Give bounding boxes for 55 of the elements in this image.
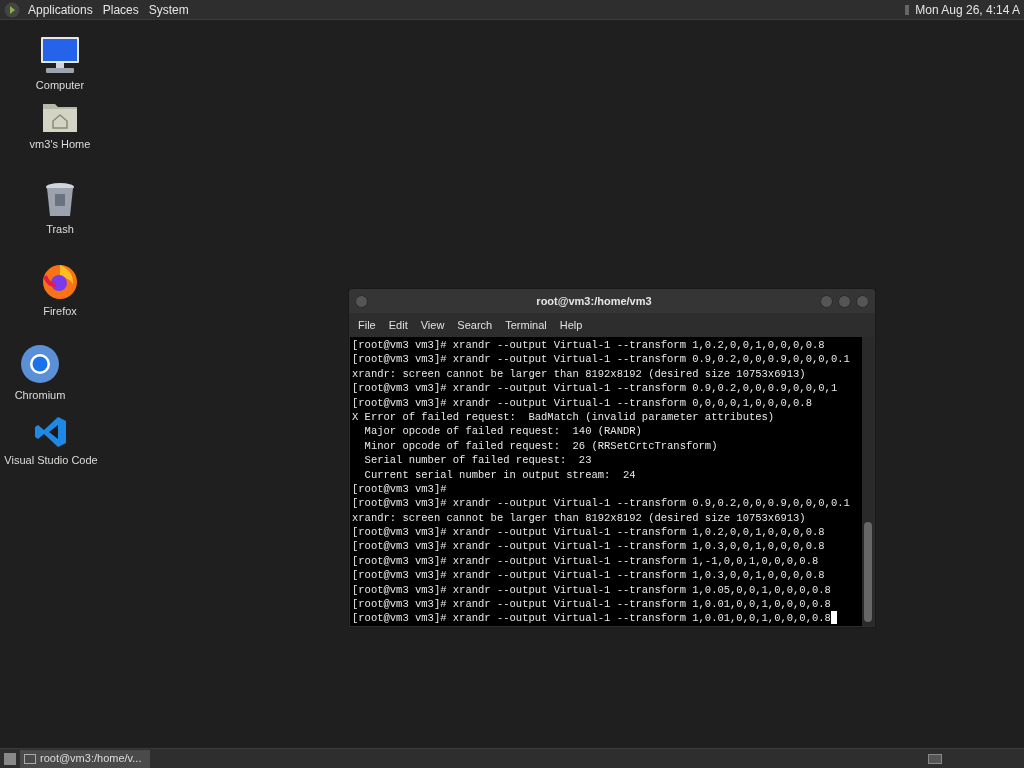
desktop-icon-label[interactable]: Firefox — [43, 303, 77, 320]
terminal-line: [root@vm3 vm3]# xrandr --output Virtual-1 --transform 0.9,0.2,0,0,0.9,0,0,0,0.1 — [352, 352, 850, 367]
panel-menu[interactable]: Places — [98, 0, 143, 19]
terminal-cursor — [830, 611, 837, 625]
home-folder-icon — [42, 101, 78, 133]
window-control-button[interactable] — [856, 294, 869, 308]
menu-item[interactable]: Search — [452, 316, 498, 334]
terminal-line: [root@vm3 vm3]# xrandr --output Virtual-1 --transform 1,0.2,0,0,1,0,0,0,0.8 — [352, 525, 825, 540]
menu-item[interactable]: Help — [554, 316, 588, 334]
menu-item[interactable]: Edit — [383, 316, 413, 334]
indicator-icon[interactable] — [905, 4, 910, 15]
terminal-line: [root@vm3 vm3]# xrandr --output Virtual-1 --transform 1,0.2,0,0,1,0,0,0,0.8 — [352, 338, 825, 353]
terminal-icon — [24, 753, 36, 764]
terminal-line: xrandr: screen cannot be larger than 8192x8192 (desired size 10753x6913) — [352, 510, 806, 526]
desktop-icon-label[interactable]: Visual Studio Code — [4, 452, 98, 469]
terminal-line: [root@vm3 vm3]# xrandr --output Virtual-1 --transform 1,0.3,0,0,1,0,0,0,0.8 — [352, 568, 825, 583]
terminal-line: Major opcode of failed request: 140 (RANDR) — [363, 424, 642, 439]
desktop-icon-label[interactable]: Trash — [46, 221, 74, 238]
taskbar-task[interactable]: root@vm3:/home/v... — [20, 749, 150, 768]
trash-icon — [45, 182, 75, 218]
terminal-line: Serial number of failed request: 23 — [363, 453, 592, 468]
monitor-icon — [40, 36, 80, 74]
terminal-line: [root@vm3 vm3]# xrandr --output Virtual-1 --transform 1,0.3,0,0,1,0,0,0,0.8 — [352, 539, 825, 554]
desktop-icon-label[interactable]: Computer — [35, 77, 85, 94]
terminal-line: [root@vm3 vm3]# xrandr --output Virtual-1 --transform 1,0.01,0,0,1,0,0,0,0.8 — [352, 597, 831, 612]
terminal-line: Minor opcode of failed request: 26 (RRSetCrtcTransform) — [363, 438, 718, 454]
window-control-button[interactable] — [838, 294, 851, 308]
terminal-line: [root@vm3 vm3]# — [352, 481, 447, 497]
window-control-button[interactable] — [355, 294, 368, 308]
terminal-line: [root@vm3 vm3]# xrandr --output Virtual-1 --transform 0.9,0.2,0,0,0.9,0,0,0,0.1 — [352, 496, 850, 511]
window-control-button[interactable] — [820, 294, 833, 308]
menu-item[interactable]: File — [353, 316, 381, 334]
menu-item[interactable]: Terminal — [500, 316, 552, 334]
terminal-line: [root@vm3 vm3]# xrandr --output Virtual-1 --transform 1,-1,0,0,1,0,0,0,0.8 — [352, 553, 819, 569]
panel-menu[interactable]: Applications — [24, 0, 97, 19]
menu-logo-icon[interactable] — [4, 1, 20, 18]
terminal-line: Current serial number in output stream: 24 — [363, 467, 636, 482]
firefox-icon — [41, 262, 79, 300]
workspace-switcher[interactable] — [928, 753, 942, 764]
scrollbar[interactable] — [862, 337, 874, 626]
vscode-icon — [34, 415, 68, 449]
show-desktop-icon[interactable] — [4, 752, 16, 765]
terminal-line: [root@vm3 vm3]# xrandr --output Virtual-1 --transform 1,0.05,0,0,1,0,0,0,0.8 — [352, 582, 831, 598]
terminal-line: [root@vm3 vm3]# xrandr --output Virtual-1 --transform 0,0,0,0,1,0,0,0,0.8 — [352, 395, 812, 410]
desktop-icon-label[interactable]: Chromium — [14, 387, 66, 404]
chromium-icon — [20, 344, 60, 384]
terminal-line: xrandr: screen cannot be larger than 8192x8192 (desired size 10753x6913) — [352, 366, 806, 382]
terminal-line: [root@vm3 vm3]# xrandr --output Virtual-1 --transform 0.9,0.2,0,0,0.9,0,0,0,1 — [352, 381, 838, 396]
window-title: root@vm3:/home/vm3 — [535, 293, 653, 309]
desktop-icon-label[interactable]: vm3's Home — [29, 136, 91, 153]
terminal-line: [root@vm3 vm3]# xrandr --output Virtual-1 --transform 1,0.01,0,0,1,0,0,0,0.8 — [352, 611, 831, 626]
clock[interactable]: Mon Aug 26, 4:14 A — [915, 0, 1020, 19]
panel-menu[interactable]: System — [144, 0, 193, 19]
terminal-line: X Error of failed request: BadMatch (invalid parameter attributes) — [352, 409, 775, 425]
menu-item[interactable]: View — [415, 316, 450, 334]
